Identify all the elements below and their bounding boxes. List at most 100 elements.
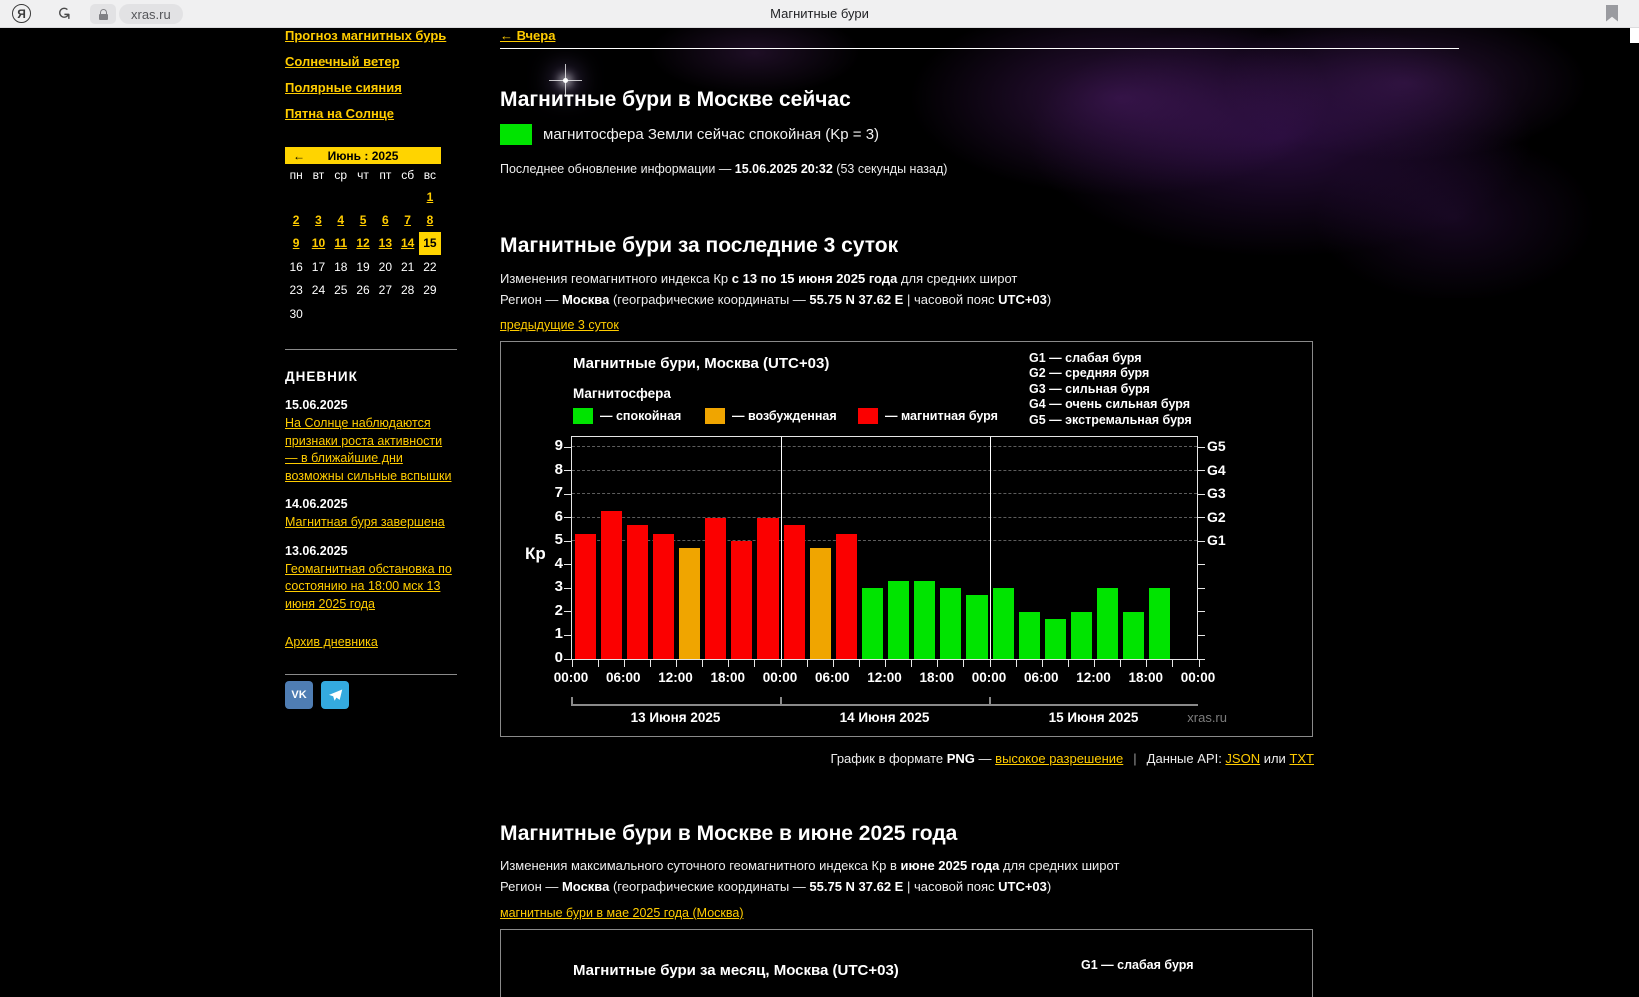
calendar-day-cell: 5 (352, 208, 374, 231)
y-tick-left (564, 517, 571, 518)
calendar-month-label: Июнь : 2025 (285, 149, 441, 163)
diary-archive-link[interactable]: Архив дневника (285, 635, 378, 649)
y-axis-label-9: 9 (525, 437, 563, 454)
x-axis-label: 06:00 (595, 670, 651, 685)
may-storms-link[interactable]: магнитные бури в мае 2025 года (Москва) (500, 906, 743, 920)
legend-swatch (573, 408, 593, 424)
calendar-day-link[interactable]: 8 (427, 213, 434, 227)
sidebar-nav: Прогноз магнитных бурь Солнечный ветер Пол… (285, 28, 457, 122)
calendar-prev-month-button[interactable]: ← (293, 149, 305, 163)
scrollbar-thumb[interactable] (1630, 28, 1639, 43)
status-text: магнитосфера Земли сейчас спокойная (Kp … (543, 126, 879, 143)
calendar-day-cell: 3 (307, 208, 329, 231)
telegram-icon[interactable] (321, 681, 349, 709)
yesterday-link[interactable]: ← Вчера (500, 28, 555, 43)
previous-3days-link[interactable]: предыдущие 3 суток (500, 318, 619, 332)
g-level-text: G2 — средняя буря (1029, 366, 1192, 381)
sidebar-nav-link-3[interactable]: Пятна на Солнце (285, 106, 457, 122)
y-axis-label-1: 1 (525, 625, 563, 642)
calendar-day-link[interactable]: 1 (427, 190, 434, 204)
calendar-day-link[interactable]: 3 (315, 213, 322, 227)
y-axis-label-2: 2 (525, 602, 563, 619)
calendar-day-link[interactable]: 10 (312, 236, 325, 250)
calendar-day-link[interactable]: 9 (293, 236, 300, 250)
diary-entry-link-2[interactable]: Геомагнитная обстановка по состоянию на … (285, 561, 457, 614)
y-axis-label-4: 4 (525, 555, 563, 572)
kp-bar (1019, 612, 1040, 659)
calendar-day-link[interactable]: 6 (382, 213, 389, 227)
y-tick-left (564, 470, 571, 471)
gridline-kp9 (572, 446, 1197, 447)
y-tick-left (564, 447, 571, 448)
legend-item: — магнитная буря (858, 408, 998, 424)
g-level-text: G3 — сильная буря (1029, 382, 1192, 397)
x-tick (1042, 660, 1043, 667)
calendar-day-cell: 10 (307, 232, 329, 255)
x-axis-label: 18:00 (909, 670, 965, 685)
calendar-day-link[interactable]: 13 (379, 236, 392, 250)
kp-plot (571, 436, 1198, 660)
x-axis-label: 18:00 (700, 670, 756, 685)
hires-png-link[interactable]: высокое разрешение (995, 751, 1123, 766)
sidebar: Прогноз магнитных бурь Солнечный ветер Пол… (285, 28, 457, 132)
y-tick-right (1198, 517, 1205, 518)
calendar-day-link[interactable]: 4 (337, 213, 344, 227)
sidebar-nav-link-0[interactable]: Прогноз магнитных бурь (285, 28, 457, 44)
calendar-day-cell: 24 (307, 279, 329, 302)
kp-bar (1123, 612, 1144, 659)
calendar-day-cell: 7 (396, 208, 418, 231)
bookmark-icon[interactable] (1605, 5, 1619, 27)
y-tick-right (1198, 541, 1205, 542)
diary-entry-link-0[interactable]: На Солнце наблюдаются признаки роста акт… (285, 415, 457, 485)
sidebar-divider-2 (285, 674, 457, 675)
x-tick (598, 660, 599, 667)
calendar-day-cell (285, 185, 307, 208)
right-axis-label-G3: G3 (1207, 485, 1226, 501)
calendar-day-cell: 17 (307, 255, 329, 278)
calendar-weekday-row: пнвтсрчтптсбвс (285, 164, 441, 185)
api-txt-link[interactable]: TXT (1289, 751, 1314, 766)
legend-label: — возбужденная (732, 409, 837, 423)
calendar-day-link[interactable]: 7 (404, 213, 411, 227)
calendar-day-link[interactable]: 14 (401, 236, 414, 250)
kp-bar (627, 525, 648, 659)
vk-icon[interactable]: VK (285, 681, 313, 709)
legend-label: — спокойная (600, 409, 681, 423)
x-tick (650, 660, 651, 667)
x-tick (885, 660, 886, 667)
api-json-link[interactable]: JSON (1225, 751, 1260, 766)
calendar-day-link[interactable]: 2 (293, 213, 300, 227)
x-tick (937, 660, 938, 667)
kp-bar (731, 541, 752, 659)
x-tick (702, 660, 703, 667)
y-tick-left (564, 494, 571, 495)
calendar-day-cell (352, 185, 374, 208)
y-tick-left (564, 611, 571, 612)
calendar-day-cell (352, 302, 374, 325)
current-status: магнитосфера Земли сейчас спокойная (Kp … (500, 124, 879, 145)
kp-bar (601, 511, 622, 659)
calendar-day-cell: 1 (419, 185, 441, 208)
x-tick (833, 660, 834, 667)
y-tick-left (564, 564, 571, 565)
kp-bar (914, 581, 935, 659)
sidebar-nav-link-2[interactable]: Полярные сияния (285, 80, 457, 96)
sidebar-nav-link-1[interactable]: Солнечный ветер (285, 54, 457, 70)
calendar-day-cell: 16 (285, 255, 307, 278)
kp-bar (966, 595, 987, 659)
diary-entry-date: 15.06.2025 (285, 398, 457, 412)
calendar-day-link[interactable]: 5 (360, 213, 367, 227)
x-tick (1172, 660, 1173, 667)
y-tick-right (1198, 447, 1205, 448)
calendar-day-link[interactable]: 12 (356, 236, 369, 250)
x-tick (1016, 660, 1017, 667)
y-tick-left (564, 541, 571, 542)
calendar-day-link[interactable]: 11 (334, 236, 347, 250)
x-tick (1199, 660, 1200, 667)
month-chart-title: Магнитные бури за месяц, Москва (UTC+03) (573, 962, 899, 979)
calendar-days-grid: 1234567891011121314151617181920212223242… (285, 185, 441, 325)
calendar-weekday: ср (330, 164, 352, 185)
calendar-selected-day[interactable]: 15 (419, 232, 441, 255)
y-axis-label-7: 7 (525, 484, 563, 501)
diary-entry-link-1[interactable]: Магнитная буря завершена (285, 514, 457, 532)
